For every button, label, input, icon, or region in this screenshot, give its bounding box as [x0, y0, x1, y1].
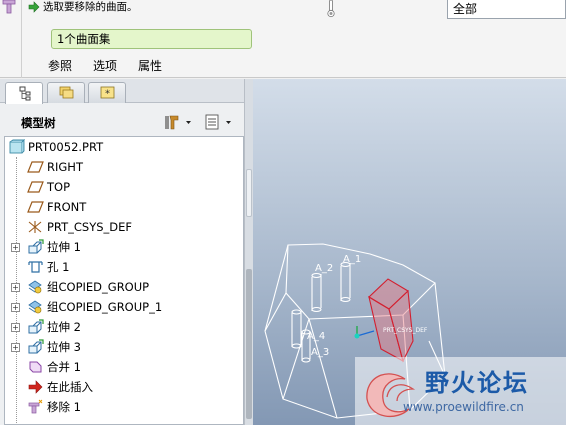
green-arrow-icon: [28, 1, 40, 13]
tab-options[interactable]: 选项: [93, 57, 117, 74]
remove-icon: [28, 399, 43, 414]
part-icon: [9, 139, 25, 154]
expand-icon[interactable]: +: [11, 323, 20, 332]
tab-properties[interactable]: 属性: [138, 57, 162, 74]
axis-label: A_4: [307, 331, 325, 342]
tree-item-root[interactable]: PRT0052.PRT: [5, 137, 243, 157]
graphics-window[interactable]: A_2 A_1 A_4 A_3 PRT_CSYS_DEF 野火论坛 www.pr…: [253, 79, 566, 425]
tree-item-extrude-3[interactable]: + 拉伸 3: [5, 337, 243, 357]
tree-item-extrude-2[interactable]: + 拉伸 2: [5, 317, 243, 337]
extrude-icon: [28, 319, 44, 334]
tree-item-label: RIGHT: [47, 160, 83, 174]
group-icon: [28, 280, 42, 294]
selection-filter-dropdown[interactable]: 全部: [447, 0, 566, 19]
tab-favorites[interactable]: *: [88, 82, 126, 103]
panel-splitter[interactable]: [244, 79, 253, 425]
show-menu-icon[interactable]: [203, 113, 235, 131]
surface-collector[interactable]: 1个曲面集: [51, 29, 252, 49]
tab-folder-browser[interactable]: [47, 82, 85, 103]
tree-item-label: 拉伸 1: [47, 240, 81, 254]
watermark-title: 野火论坛: [425, 369, 529, 397]
tree-item-label: 组COPIED_GROUP: [47, 280, 150, 294]
datum-plane-icon: [27, 161, 44, 173]
expand-icon[interactable]: +: [11, 243, 20, 252]
folder-icon: [59, 86, 74, 99]
model-tree-toolbar: 模型树: [0, 109, 254, 133]
tree-item-csys[interactable]: PRT_CSYS_DEF: [5, 217, 243, 237]
model-tree-icon: [19, 86, 31, 101]
tree-item-right[interactable]: RIGHT: [5, 157, 243, 177]
tree-item-insert-here[interactable]: 在此插入: [5, 377, 243, 397]
navigator-panel: * 模型树 PRT0052.PRT RIGHT TOP FRONT PRT_CS…: [0, 79, 254, 425]
tree-item-label: 组COPIED_GROUP_1: [47, 300, 163, 314]
csys-icon: [28, 221, 42, 233]
expand-icon[interactable]: +: [11, 303, 20, 312]
message-row: 选取要移除的曲面。: [28, 0, 138, 14]
tab-model-tree[interactable]: [5, 82, 43, 104]
tree-item-front[interactable]: FRONT: [5, 197, 243, 217]
expand-icon[interactable]: +: [11, 343, 20, 352]
tree-item-label: PRT0052.PRT: [28, 140, 104, 154]
thermometer-icon[interactable]: [326, 0, 336, 18]
extrude-icon: [28, 339, 44, 354]
group-icon: [28, 300, 42, 314]
dashboard-separator: [21, 0, 22, 78]
model-tree: PRT0052.PRT RIGHT TOP FRONT PRT_CSYS_DEF…: [4, 136, 244, 425]
tree-item-label: 合并 1: [47, 360, 81, 374]
tree-item-label: 孔 1: [47, 260, 70, 274]
tree-item-top[interactable]: TOP: [5, 177, 243, 197]
tree-item-merge-1[interactable]: 合并 1: [5, 357, 243, 377]
merge-icon: [29, 361, 42, 373]
tree-item-label: 在此插入: [47, 380, 93, 394]
datum-plane-icon: [27, 201, 44, 213]
tree-item-label: 拉伸 3: [47, 340, 81, 354]
model-tree-title: 模型树: [21, 116, 56, 130]
slideup-tabs: 参照 选项 属性: [48, 57, 183, 74]
tree-item-hole-1[interactable]: 孔 1: [5, 257, 243, 277]
tree-item-label: PRT_CSYS_DEF: [47, 220, 133, 234]
splitter-grip[interactable]: [246, 169, 252, 217]
feature-dashboard: 选取要移除的曲面。 全部 1个曲面集 参照 选项 属性: [0, 0, 566, 78]
tab-references[interactable]: 参照: [48, 57, 72, 74]
insert-here-arrow-icon: [28, 380, 43, 394]
extrude-icon: [28, 239, 44, 254]
tree-item-label: 移除 1: [47, 400, 81, 414]
tree-item-remove-1[interactable]: 移除 1: [5, 397, 243, 417]
remove-feature-icon: [2, 0, 16, 14]
axis-label: A_3: [311, 347, 329, 358]
datum-plane-icon: [27, 181, 44, 193]
message-prompt: 选取要移除的曲面。: [43, 1, 138, 13]
settings-tools-icon[interactable]: [163, 113, 195, 131]
splitter-handle[interactable]: [246, 269, 252, 419]
tree-item-copied-group-1[interactable]: + 组COPIED_GROUP_1: [5, 297, 243, 317]
watermark-url: www.proewildfire.cn: [403, 400, 524, 414]
tree-item-extrude-1[interactable]: + 拉伸 1: [5, 237, 243, 257]
tree-item-copied-group[interactable]: + 组COPIED_GROUP: [5, 277, 243, 297]
tree-item-label: FRONT: [47, 200, 87, 214]
tree-item-label: TOP: [47, 180, 71, 194]
favorites-icon: *: [100, 86, 115, 100]
axis-label: A_1: [343, 254, 361, 265]
axis-label: A_2: [315, 263, 333, 274]
forum-watermark: 野火论坛 www.proewildfire.cn: [355, 357, 566, 425]
csys-label: PRT_CSYS_DEF: [383, 327, 428, 334]
hole-icon: [28, 261, 43, 273]
tree-item-label: 拉伸 2: [47, 320, 81, 334]
navigator-tabs: *: [0, 79, 254, 104]
svg-text:*: *: [105, 89, 110, 100]
expand-icon[interactable]: +: [11, 283, 20, 292]
